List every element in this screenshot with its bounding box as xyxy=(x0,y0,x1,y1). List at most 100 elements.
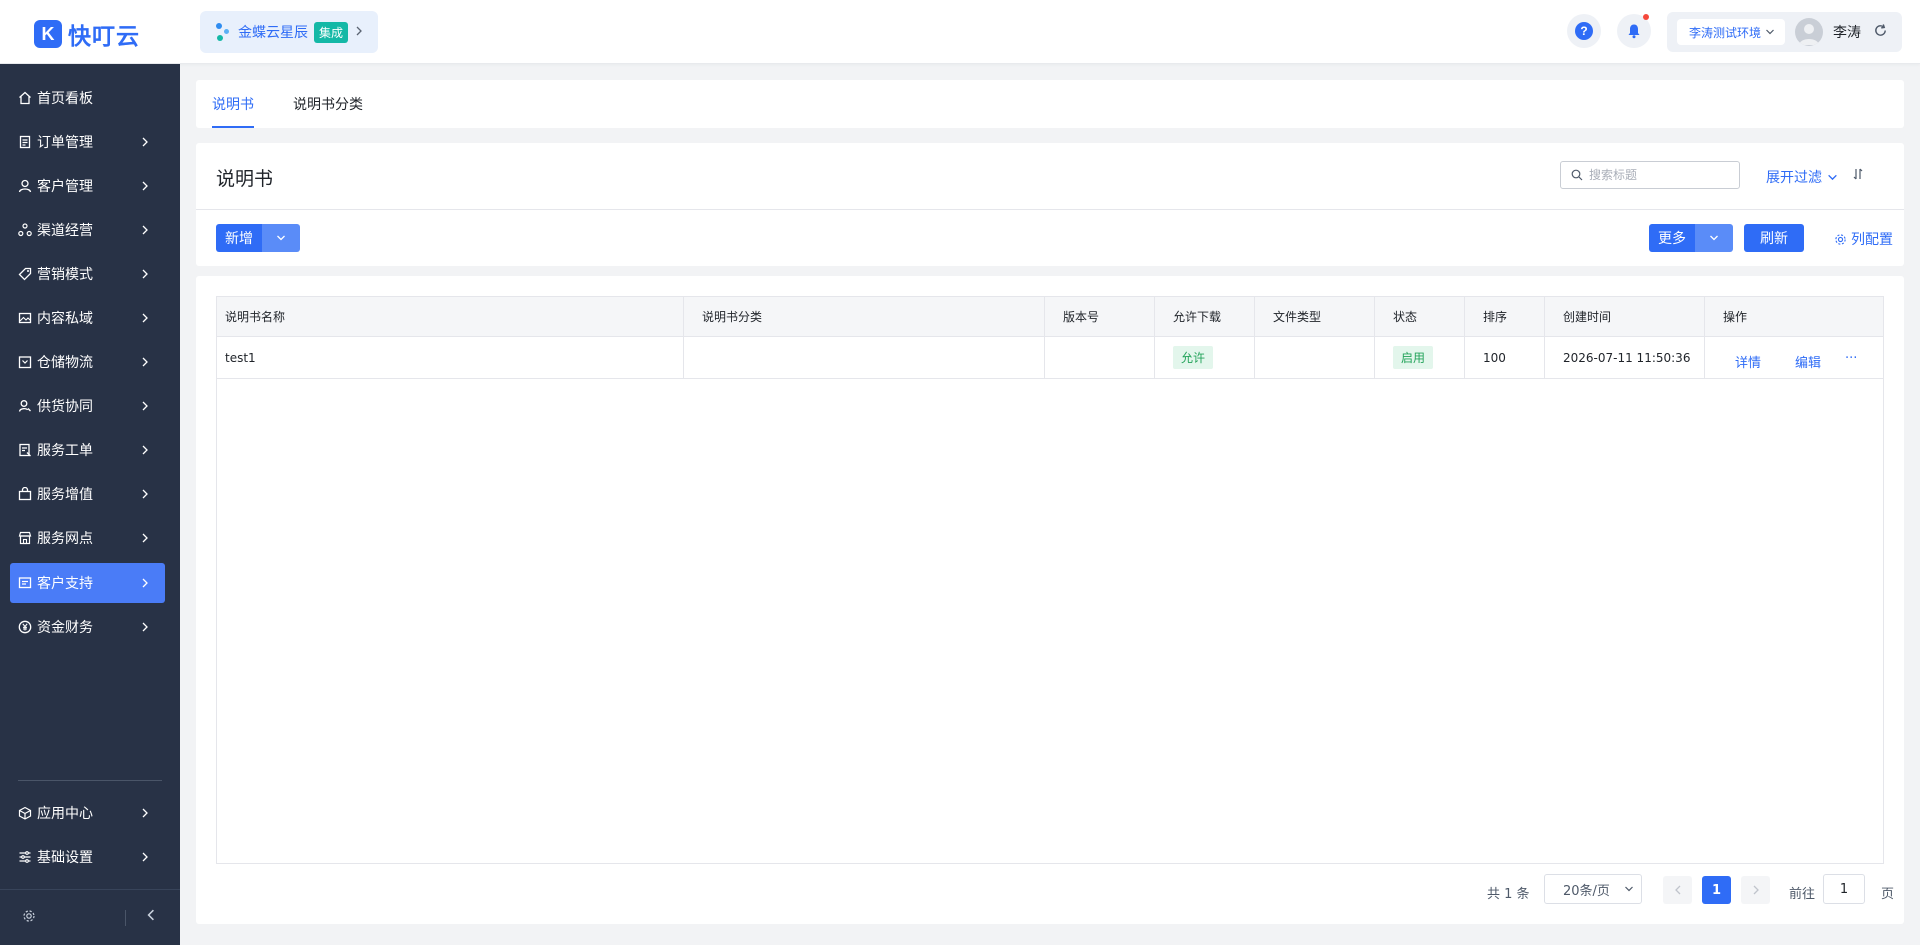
integration-brand-pill[interactable]: 金蝶云星辰 集成 xyxy=(200,11,378,53)
column-header[interactable]: 说明书名称 xyxy=(217,297,684,336)
cell-version xyxy=(1045,337,1155,378)
chevron-right-icon xyxy=(137,134,153,150)
sidebar-item-label: 应用中心 xyxy=(37,806,93,822)
column-header[interactable]: 文件类型 xyxy=(1255,297,1375,336)
sidebar-item-finance[interactable]: 资金财务 xyxy=(10,607,165,647)
table-row[interactable]: test1 允许 启用 100 2026-07-11 11:50:36 详情 编… xyxy=(217,337,1883,379)
app-logo[interactable]: K 快叮云 xyxy=(34,17,140,51)
user-icon xyxy=(17,178,33,194)
more-dropdown-button[interactable] xyxy=(1695,224,1733,252)
environment-select[interactable]: 李涛测试环境 xyxy=(1677,19,1786,45)
collapse-sidebar-icon[interactable] xyxy=(145,909,157,925)
refresh-button[interactable]: 刷新 xyxy=(1744,224,1804,252)
image-icon xyxy=(17,310,33,326)
notification-button[interactable] xyxy=(1617,14,1651,48)
more-actions-link[interactable]: ... xyxy=(1845,347,1857,362)
sidebar-item-home[interactable]: 首页看板 xyxy=(10,78,165,118)
sidebar-item-orders[interactable]: 订单管理 xyxy=(10,122,165,162)
column-config-button[interactable]: 列配置 xyxy=(1834,229,1893,249)
page-number-current[interactable]: 1 xyxy=(1702,876,1731,904)
table-card: 说明书名称 说明书分类 版本号 允许下载 文件类型 状态 排序 创建时间 操作 … xyxy=(196,276,1904,924)
sort-icon[interactable] xyxy=(1852,167,1864,185)
avatar[interactable] xyxy=(1795,18,1824,46)
brand-tag: 集成 xyxy=(314,21,349,43)
status-badge: 启用 xyxy=(1393,346,1434,369)
support-icon xyxy=(17,575,33,591)
page-size-select[interactable]: 20条/页 xyxy=(1544,874,1642,904)
sidebar-item-warehouse[interactable]: 仓储物流 xyxy=(10,342,165,382)
chevron-right-icon xyxy=(137,619,153,635)
cell-sort: 100 xyxy=(1465,337,1545,378)
chevron-down-icon xyxy=(1828,174,1837,180)
chevron-right-icon xyxy=(137,442,153,458)
next-page-button[interactable] xyxy=(1741,876,1770,904)
header-divider xyxy=(196,209,1904,210)
user-area: 李涛测试环境 李涛 xyxy=(1667,12,1902,52)
sidebar-item-customers[interactable]: 客户管理 xyxy=(10,166,165,206)
user-name[interactable]: 李涛 xyxy=(1833,22,1861,42)
sidebar-item-label: 服务工单 xyxy=(37,443,93,459)
sidebar-item-content[interactable]: 内容私域 xyxy=(10,298,165,338)
sidebar-item-label: 订单管理 xyxy=(37,135,93,151)
chevron-right-icon xyxy=(137,222,153,238)
footer-separator xyxy=(125,910,126,926)
sidebar-item-marketing[interactable]: 营销模式 xyxy=(10,254,165,294)
column-header[interactable]: 说明书分类 xyxy=(684,297,1045,336)
column-config-label: 列配置 xyxy=(1851,232,1893,248)
expand-filter-label: 展开过滤 xyxy=(1766,170,1822,186)
expand-filter-button[interactable]: 展开过滤 xyxy=(1766,167,1838,187)
detail-link[interactable]: 详情 xyxy=(1735,352,1761,371)
page-tabs: 说明书 说明书分类 xyxy=(196,80,1904,128)
sidebar-item-basic-settings[interactable]: 基础设置 xyxy=(10,837,165,877)
column-header[interactable]: 排序 xyxy=(1465,297,1545,336)
chevron-right-icon xyxy=(137,178,153,194)
sidebar-item-channels[interactable]: 渠道经营 xyxy=(10,210,165,250)
refresh-icon[interactable] xyxy=(1873,23,1888,42)
column-header[interactable]: 允许下载 xyxy=(1155,297,1255,336)
settings-list-icon xyxy=(17,849,33,865)
cell-file-type xyxy=(1255,337,1375,378)
page-unit-label: 页 xyxy=(1881,887,1895,902)
sidebar-item-work-orders[interactable]: 服务工单 xyxy=(10,430,165,470)
sidebar-item-value-added[interactable]: 服务增值 xyxy=(10,474,165,514)
sidebar-item-label: 服务网点 xyxy=(37,531,93,547)
search-input[interactable] xyxy=(1589,168,1729,182)
table-header: 说明书名称 说明书分类 版本号 允许下载 文件类型 状态 排序 创建时间 操作 xyxy=(217,297,1883,337)
sidebar-item-app-center[interactable]: 应用中心 xyxy=(10,793,165,833)
sidebar-item-service-points[interactable]: 服务网点 xyxy=(10,518,165,558)
tab-manual[interactable]: 说明书 xyxy=(212,80,254,128)
chevron-down-icon xyxy=(1766,29,1774,35)
search-field[interactable] xyxy=(1560,161,1740,189)
environment-label: 李涛测试环境 xyxy=(1689,25,1762,40)
total-count: 共 1 条 xyxy=(1487,887,1530,902)
cell-actions: 详情 编辑 ... xyxy=(1705,337,1883,378)
list-header-card: 说明书 展开过滤 新增 更多 刷新 列配置 xyxy=(196,143,1904,266)
sidebar-item-customer-support[interactable]: 客户支持 xyxy=(10,563,165,603)
help-button[interactable]: ? xyxy=(1567,14,1601,48)
tab-manual-category[interactable]: 说明书分类 xyxy=(293,80,363,128)
gear-icon[interactable] xyxy=(22,909,36,927)
column-header[interactable]: 创建时间 xyxy=(1545,297,1705,336)
prev-page-button[interactable] xyxy=(1663,876,1692,904)
sidebar-footer xyxy=(0,889,180,945)
sidebar-divider xyxy=(18,780,162,781)
more-button-group: 更多 xyxy=(1649,224,1733,252)
sidebar-item-label: 内容私域 xyxy=(37,311,93,327)
cell-allow-download: 允许 xyxy=(1155,337,1255,378)
edit-link[interactable]: 编辑 xyxy=(1795,352,1821,371)
chevron-right-icon xyxy=(137,354,153,370)
sidebar-item-label: 仓储物流 xyxy=(37,355,93,371)
brand-dots-icon xyxy=(214,21,232,43)
brand-name: 金蝶云星辰 xyxy=(238,25,308,41)
sidebar-item-supply[interactable]: 供货协同 xyxy=(10,386,165,426)
more-button[interactable]: 更多 xyxy=(1649,224,1695,252)
data-table: 说明书名称 说明书分类 版本号 允许下载 文件类型 状态 排序 创建时间 操作 … xyxy=(216,296,1884,864)
chevron-right-icon xyxy=(137,310,153,326)
column-header[interactable]: 版本号 xyxy=(1045,297,1155,336)
goto-page-input[interactable] xyxy=(1823,874,1865,904)
add-button[interactable]: 新增 xyxy=(216,224,262,252)
column-header[interactable]: 状态 xyxy=(1375,297,1465,336)
add-dropdown-button[interactable] xyxy=(262,224,300,252)
help-icon: ? xyxy=(1575,22,1593,40)
chevron-right-icon xyxy=(1753,885,1759,895)
